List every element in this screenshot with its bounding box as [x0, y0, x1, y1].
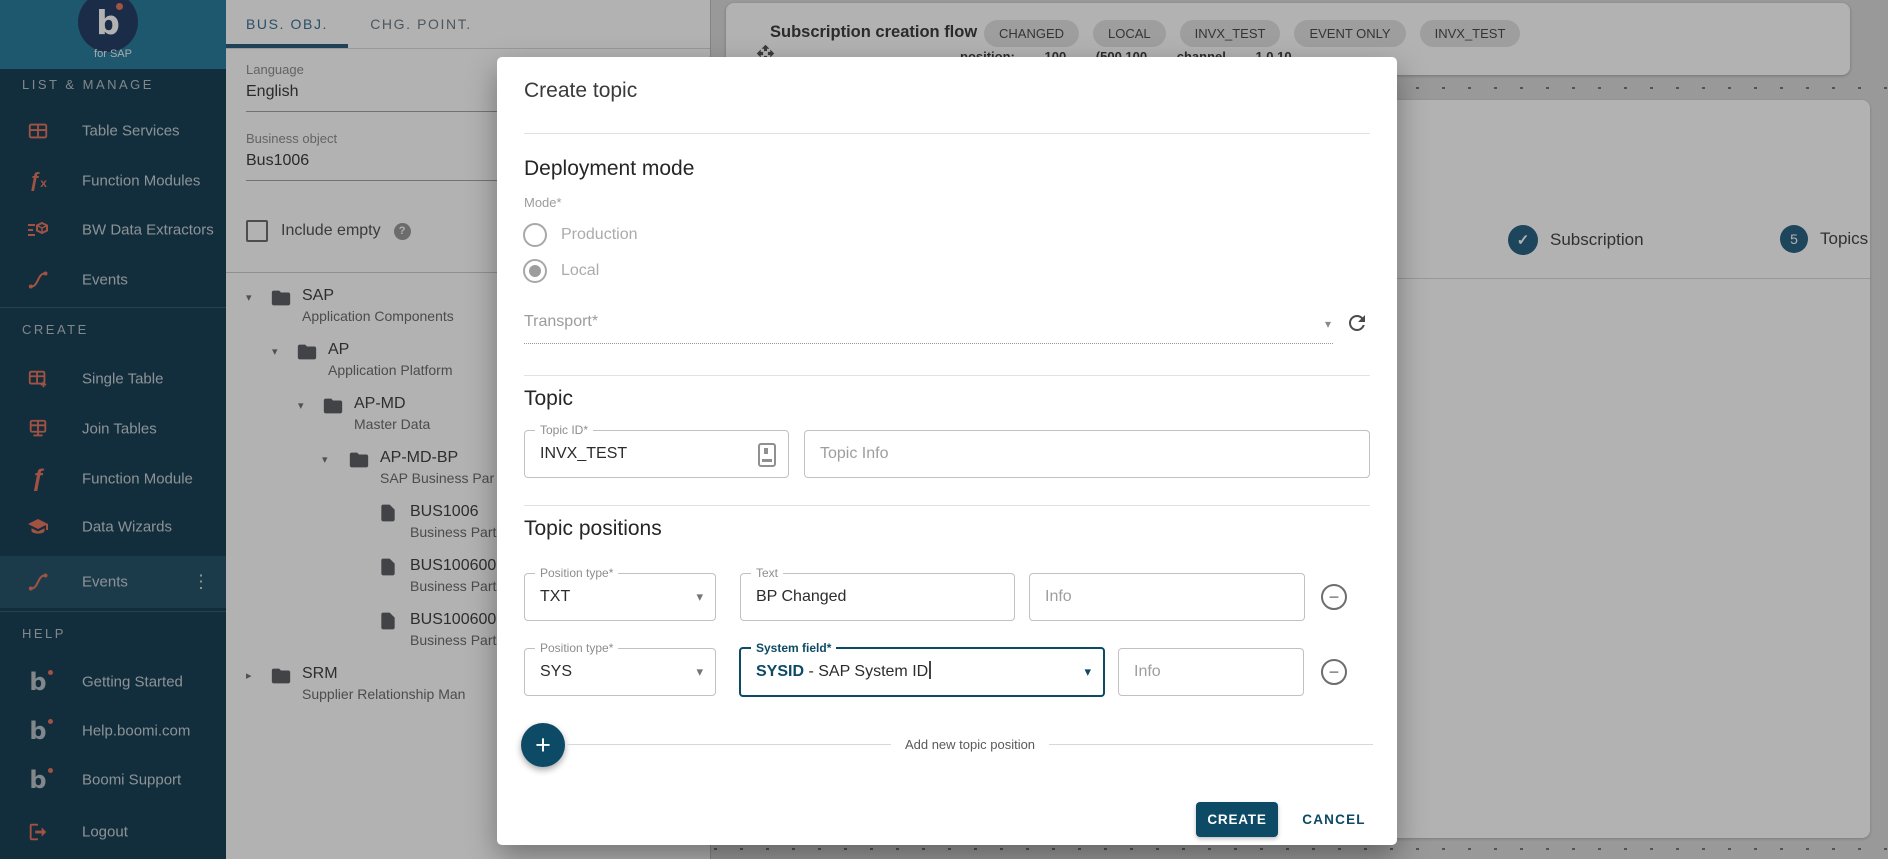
info-input-2[interactable]: Info	[1118, 648, 1304, 696]
refresh-button[interactable]	[1342, 309, 1372, 339]
remove-row-button-2[interactable]: −	[1321, 659, 1347, 685]
dialog-title: Create topic	[524, 79, 637, 103]
topic-positions-heading: Topic positions	[524, 517, 662, 541]
system-field-select[interactable]: System field* SYSID - SAP System ID ▾	[739, 647, 1105, 697]
add-position-fab[interactable]: +	[521, 723, 565, 767]
text-cursor	[929, 661, 931, 679]
info-input-1[interactable]: Info	[1029, 573, 1305, 621]
radio-selected-icon	[523, 259, 547, 283]
topic-info-input[interactable]: Topic Info	[804, 430, 1370, 478]
input-mode-icon	[758, 443, 776, 467]
dialog-divider	[524, 133, 1370, 134]
dialog-divider	[524, 375, 1370, 376]
position-type-select-1[interactable]: Position type* TXT ▾	[524, 573, 716, 621]
deployment-heading: Deployment mode	[524, 157, 694, 181]
radio-production[interactable]: Production	[523, 223, 638, 247]
add-position-divider: Add new topic position	[567, 737, 1373, 752]
topic-heading: Topic	[524, 387, 573, 411]
create-button[interactable]: CREATE	[1196, 802, 1278, 837]
cancel-button[interactable]: CANCEL	[1290, 802, 1378, 837]
chevron-down-icon: ▾	[696, 574, 703, 620]
radio-icon	[523, 223, 547, 247]
radio-local[interactable]: Local	[523, 259, 599, 283]
app-root: b for SAP LIST & MANAGE Table Services ƒ…	[0, 0, 1888, 859]
create-topic-dialog: Create topic Deployment mode Mode* Produ…	[497, 57, 1397, 845]
mode-label: Mode*	[524, 195, 562, 210]
remove-row-button-1[interactable]: −	[1321, 584, 1347, 610]
transport-select[interactable]: Transport* ▾	[524, 305, 1333, 344]
chevron-down-icon: ▾	[1325, 317, 1331, 331]
dialog-divider	[524, 505, 1370, 506]
chevron-down-icon: ▾	[696, 649, 703, 695]
topic-id-input[interactable]: Topic ID* INVX_TEST	[524, 430, 789, 478]
text-input-1[interactable]: Text BP Changed	[740, 573, 1015, 621]
position-type-select-2[interactable]: Position type* SYS ▾	[524, 648, 716, 696]
chevron-down-icon: ▾	[1084, 649, 1091, 695]
